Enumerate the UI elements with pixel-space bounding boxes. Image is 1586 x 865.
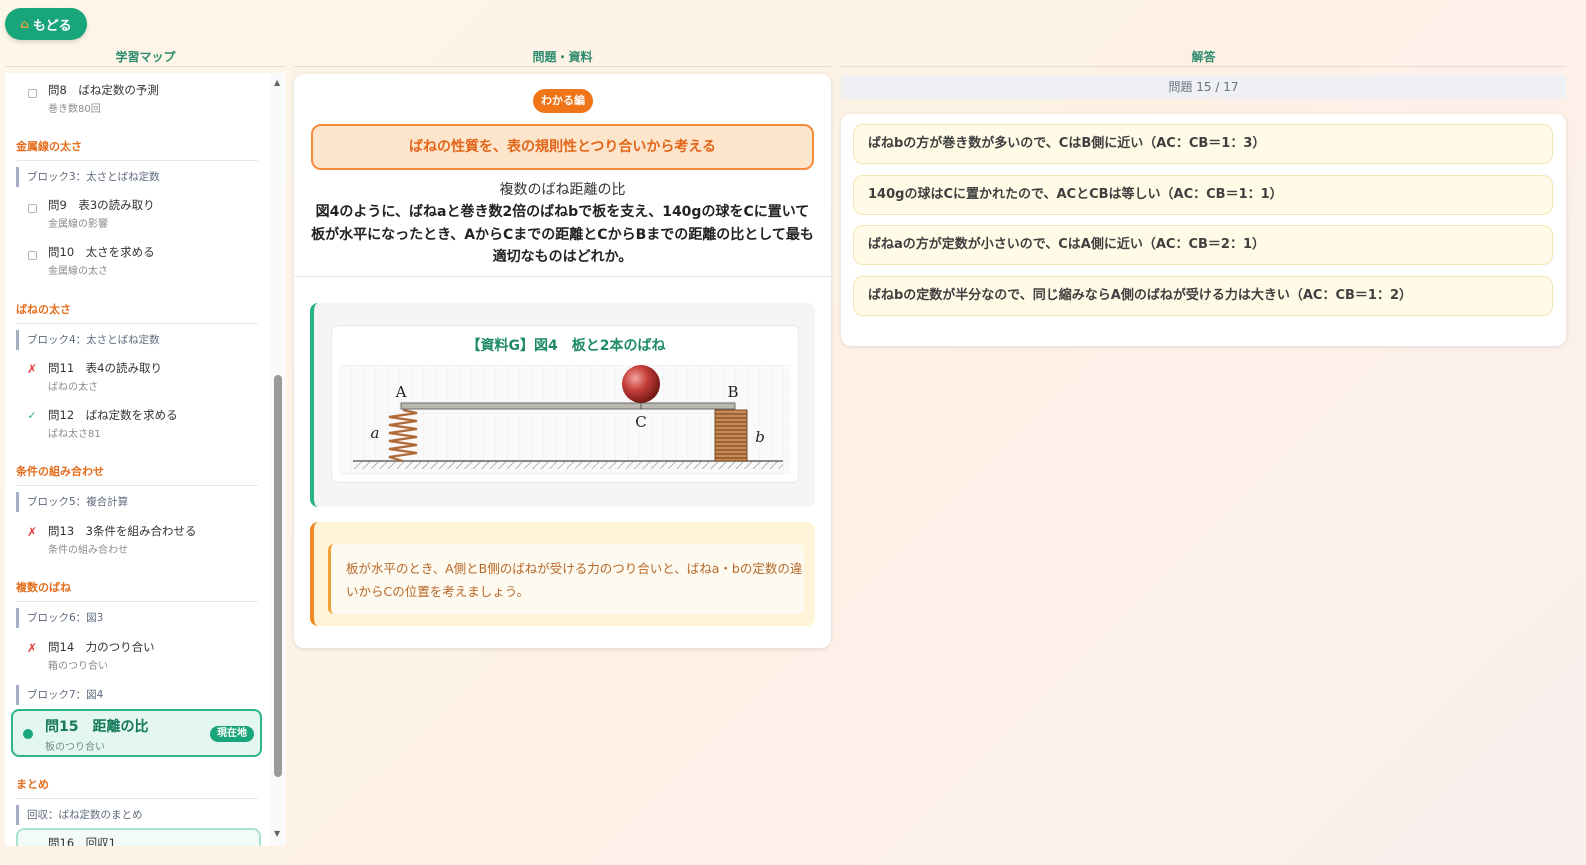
hint-text: 板が水平のとき、A側とB側のばねが受ける力のつり合いと、ばねa・bの定数の違いか… xyxy=(328,544,804,614)
list-item[interactable]: 問8 ばね定数の予測 巻き数80回 xyxy=(5,82,270,116)
block-label: ブロック3：太さとばね定数 xyxy=(16,167,160,187)
list-item[interactable]: 問10 太さを求める 金属線の太さ xyxy=(5,244,270,278)
item-title: 問11 表4の読み取り xyxy=(48,361,162,375)
question-progress: 問題 15 / 17 xyxy=(841,75,1566,99)
learning-map-sidebar: 問8 ばね定数の予測 巻き数80回 金属線の太さ ブロック3：太さとばね定数 問… xyxy=(5,73,286,846)
label-C: C xyxy=(635,413,646,431)
back-button-label: もどる xyxy=(32,18,72,34)
sidebar-scrollbar[interactable]: ▲ ▼ xyxy=(270,73,286,846)
list-item[interactable]: 問16 回収1 xyxy=(16,828,261,846)
current-item-title: 問15 距離の比 xyxy=(45,719,149,735)
unchecked-icon xyxy=(28,89,37,98)
label-A: A xyxy=(395,383,407,401)
topic-banner: ばねの性質を、表の規則性とつり合いから考える xyxy=(311,124,814,170)
category-heading: まとめ xyxy=(16,776,258,799)
column-divider xyxy=(5,66,286,67)
block-label: 回収：ばね定数のまとめ xyxy=(16,805,143,825)
wrong-mark-icon: ✗ xyxy=(26,362,38,376)
list-item[interactable]: ✗ 問13 3条件を組み合わせる 条件の組み合わせ xyxy=(5,523,270,557)
label-B: B xyxy=(727,383,738,401)
problem-panel: わかる編 ばねの性質を、表の規則性とつり合いから考える 複数のばね距離の比 図4… xyxy=(294,74,831,648)
column-header-problem: 問題・資料 xyxy=(532,50,593,64)
answer-choice[interactable]: 140gの球はCに置かれたので、ACとCBは等しい（AC：CB＝1：1） xyxy=(853,175,1553,215)
unchecked-icon xyxy=(28,251,37,260)
answer-choice[interactable]: ばねbの方が巻き数が多いので、CはB側に近い（AC：CB＝1：3） xyxy=(853,124,1553,164)
list-item[interactable]: ✗ 問14 力のつり合い 箱のつり合い xyxy=(5,639,270,673)
block-label: ブロック6：図3 xyxy=(16,608,103,628)
answer-choices-panel: ばねbの方が巻き数が多いので、CはB側に近い（AC：CB＝1：3） 140gの球… xyxy=(841,114,1566,346)
scroll-down-icon[interactable]: ▼ xyxy=(274,829,280,838)
column-divider xyxy=(841,66,1566,67)
resource-card: 【資料G】図4 板と2本のばね A B C a b xyxy=(331,325,799,483)
block-label: ブロック5：複合計算 xyxy=(16,492,128,512)
answer-choice[interactable]: ばねbの定数が半分なので、同じ縮みならA側のばねが受ける力は大きい（AC：CB＝… xyxy=(853,276,1553,316)
back-button[interactable]: ⌂ もどる xyxy=(5,8,87,40)
category-heading: 金属線の太さ xyxy=(16,138,258,161)
ball xyxy=(622,365,660,403)
item-title: 問12 ばね定数を求める xyxy=(48,408,178,422)
item-title: 問9 表3の読み取り xyxy=(48,198,155,212)
scrollbar-thumb[interactable] xyxy=(274,375,282,777)
item-subtitle: 金属線の太さ xyxy=(48,266,108,277)
answer-choice[interactable]: ばねaの方が定数が小さいので、CはA側に近い（AC：CB＝2：1） xyxy=(853,225,1553,265)
category-heading: ばねの太さ xyxy=(16,301,258,324)
level-badge: わかる編 xyxy=(533,89,593,113)
hint-section: 板が水平のとき、A側とB側のばねが受ける力のつり合いと、ばねa・bの定数の違いか… xyxy=(310,522,815,626)
category-heading: 条件の組み合わせ xyxy=(16,463,258,486)
list-item[interactable]: ✓ 問12 ばね定数を求める ばね太さ81 xyxy=(5,407,270,441)
category-heading: 複数のばね xyxy=(16,579,258,602)
item-subtitle: 金属線の影響 xyxy=(48,219,108,230)
spring-b xyxy=(714,409,748,462)
item-title: 問8 ばね定数の予測 xyxy=(48,83,159,97)
question-subtitle: 複数のばね距離の比 xyxy=(499,182,626,198)
question-text: 図4のように、ばねaと巻き数2倍のばねbで板を支え、140gの球をCに置いて板が… xyxy=(311,204,814,265)
item-title: 問14 力のつり合い xyxy=(48,640,155,654)
current-item[interactable]: 問15 距離の比 板のつり合い 現在地 xyxy=(11,709,262,757)
plate xyxy=(400,402,736,410)
column-divider xyxy=(294,66,831,67)
list-item[interactable]: ✗ 問11 表4の読み取り ばねの太さ xyxy=(5,360,270,394)
item-subtitle: ばねの太さ xyxy=(48,382,98,393)
current-location-badge: 現在地 xyxy=(210,726,254,742)
unchecked-icon xyxy=(28,204,37,213)
column-header-answer: 解答 xyxy=(1191,50,1216,64)
wrong-mark-icon: ✗ xyxy=(26,525,38,539)
floor-hatch xyxy=(353,461,783,469)
resource-section: 【資料G】図4 板と2本のばね A B C a b xyxy=(310,303,815,507)
item-subtitle: 箱のつり合い xyxy=(48,661,108,672)
resource-title: 【資料G】図4 板と2本のばね xyxy=(466,338,666,354)
wrong-mark-icon: ✗ xyxy=(26,641,38,655)
item-subtitle: 巻き数80回 xyxy=(48,104,101,115)
item-subtitle: 条件の組み合わせ xyxy=(48,545,128,556)
item-title: 問16 回収1 xyxy=(48,836,116,846)
correct-check-icon: ✓ xyxy=(27,409,37,422)
label-b: b xyxy=(755,428,765,446)
current-dot-icon xyxy=(23,729,33,739)
label-a: a xyxy=(371,424,380,442)
plate-two-springs-diagram: A B C a b xyxy=(339,365,791,475)
scroll-up-icon[interactable]: ▲ xyxy=(274,78,280,87)
column-header-map: 学習マップ xyxy=(115,50,176,64)
item-subtitle: ばね太さ81 xyxy=(48,429,101,440)
home-icon: ⌂ xyxy=(20,17,29,31)
current-item-subtitle: 板のつり合い xyxy=(45,742,105,753)
block-label: ブロック7：図4 xyxy=(16,685,103,705)
block-label: ブロック4：太さとばね定数 xyxy=(16,330,160,350)
item-title: 問13 3条件を組み合わせる xyxy=(48,524,197,538)
list-item[interactable]: 問9 表3の読み取り 金属線の影響 xyxy=(5,197,270,231)
item-title: 問10 太さを求める xyxy=(48,245,155,259)
divider xyxy=(294,276,831,277)
